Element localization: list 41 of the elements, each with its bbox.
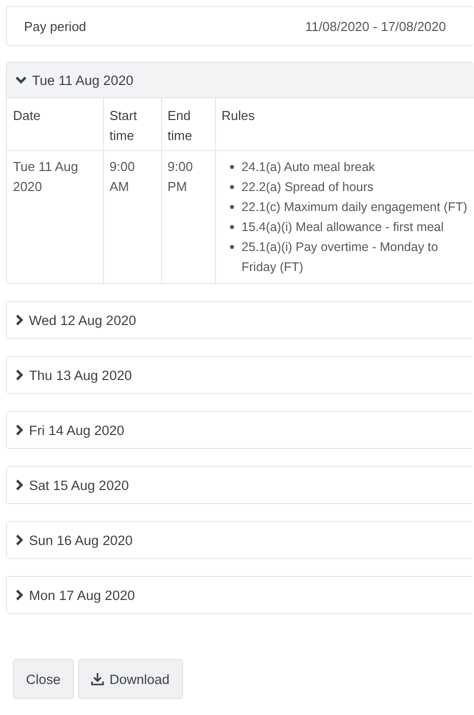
chevron-right-icon [15, 424, 24, 436]
bullet-icon [230, 225, 234, 229]
rule-item: 24.1(a) Auto meal break [242, 159, 375, 176]
day-title: Sun 16 Aug 2020 [29, 532, 133, 548]
day-header[interactable]: Thu 13 Aug 2020 [7, 357, 474, 393]
day-header[interactable]: Wed 12 Aug 2020 [7, 302, 474, 338]
day-title: Tue 11 Aug 2020 [32, 72, 134, 88]
close-button[interactable]: Close [13, 659, 74, 699]
bullet-icon [230, 245, 234, 249]
chevron-right-icon [15, 479, 24, 491]
bullet-icon [230, 185, 234, 189]
rule-item: 15.4(a)(i) Meal allowance - first meal [242, 219, 444, 236]
column-header: Rules [215, 98, 474, 150]
day-header[interactable]: Fri 14 Aug 2020 [7, 412, 474, 448]
day-header[interactable]: Tue 11 Aug 2020 [7, 63, 474, 97]
bullet-icon [230, 205, 234, 209]
chevron-right-icon [15, 369, 24, 381]
column-header: Start time [103, 98, 161, 150]
day-header[interactable]: Sat 15 Aug 2020 [7, 467, 474, 503]
day-title: Fri 14 Aug 2020 [29, 422, 124, 438]
day-title: Mon 17 Aug 2020 [29, 588, 135, 602]
chevron-right-icon [15, 314, 24, 326]
rule-item: 22.1(c) Maximum daily engagement (FT) [242, 199, 468, 216]
pay-period-label: Pay period [24, 18, 86, 34]
chevron-right-icon [15, 534, 24, 546]
chevron-right-icon [15, 589, 24, 601]
day-title: Wed 12 Aug 2020 [29, 312, 136, 328]
chevron-down-icon [15, 75, 27, 85]
table-cell: Tue 11 Aug 2020 [7, 150, 103, 283]
download-icon [90, 672, 104, 686]
rule-item: 22.2(a) Spread of hours [242, 179, 374, 196]
pay-period-value: 11/08/2020 - 17/08/2020 [305, 18, 446, 34]
day-header[interactable]: Mon 17 Aug 2020 [7, 577, 474, 613]
column-header: Date [7, 98, 103, 150]
bullet-icon [230, 165, 234, 169]
day-title: Sat 15 Aug 2020 [29, 478, 129, 492]
column-header: End time [161, 98, 215, 150]
rule-item: 25.1(a)(i) Pay overtime - Monday to Friday (FT) [242, 239, 440, 276]
day-header[interactable]: Sun 16 Aug 2020 [7, 522, 474, 558]
download-button[interactable]: Download [78, 659, 183, 699]
day-title: Thu 13 Aug 2020 [29, 368, 132, 382]
